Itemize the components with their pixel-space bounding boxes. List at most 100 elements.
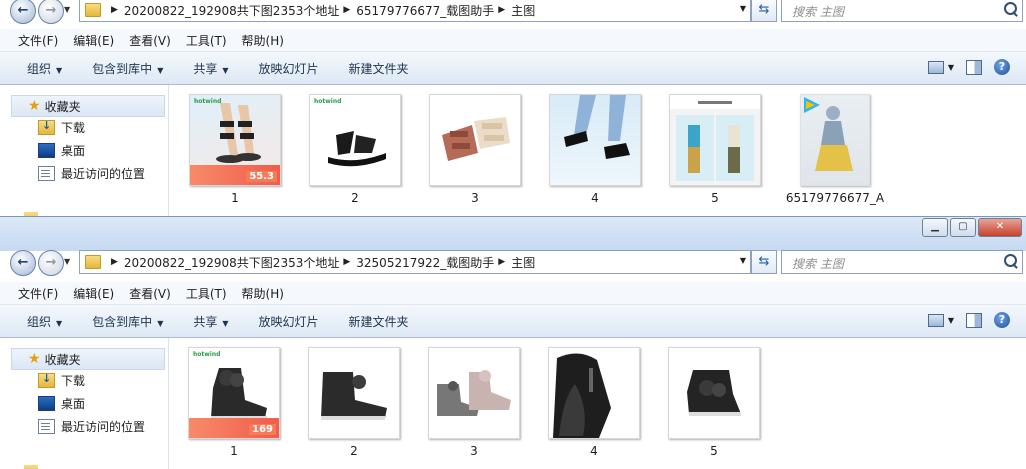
video-play-icon [804,97,820,113]
back-button[interactable]: ← [10,0,36,24]
new-folder-button[interactable]: 新建文件夹 [349,60,409,77]
slideshow-button[interactable]: 放映幻灯片 [259,60,319,77]
recent-pages-dropdown[interactable]: ▼ [64,257,70,266]
breadcrumb-chevron-icon[interactable]: ▶ [498,5,505,15]
file-item[interactable]: 3 [425,94,525,205]
file-list: hotwind 55.3 1 hotwind 2 3 4 5 651797766… [169,85,1026,216]
slideshow-button[interactable]: 放映幻灯片 [259,313,319,330]
change-view-icon[interactable] [927,313,944,327]
image-thumbnail: hotwind [309,94,401,186]
breadcrumb-item[interactable]: 主图 [511,254,535,271]
menu-file[interactable]: 文件(F) [18,32,58,49]
image-thumbnail [429,94,521,186]
price-badge: 55.3 [246,171,277,182]
breadcrumb-chevron-icon[interactable]: ▶ [343,257,350,267]
change-view-icon[interactable] [927,60,944,74]
menu-bar: 文件(F) 编辑(E) 查看(V) 工具(T) 帮助(H) [0,282,1026,305]
menu-tools[interactable]: 工具(T) [186,285,227,302]
breadcrumb-chevron-icon[interactable]: ▶ [111,257,118,267]
file-item[interactable]: 5 [664,347,764,458]
file-item[interactable]: 4 [545,94,645,205]
address-history-dropdown[interactable]: ▼ [740,256,746,265]
forward-button[interactable]: → [38,250,64,276]
view-options-dropdown[interactable]: ▼ [948,63,954,72]
preview-pane-icon[interactable] [966,312,982,328]
search-input[interactable]: 搜索 主图 [781,250,1023,274]
menu-file[interactable]: 文件(F) [18,285,58,302]
forward-button[interactable]: → [38,0,64,24]
organize-button[interactable]: 组织 ▼ [27,60,62,77]
nav-item-recent-places[interactable]: 最近访问的位置 [38,418,145,435]
file-name: 3 [470,444,478,458]
breadcrumb-chevron-icon[interactable]: ▶ [343,5,350,15]
menu-help[interactable]: 帮助(H) [242,285,284,302]
file-name: 5 [711,191,719,205]
view-options-dropdown[interactable]: ▼ [948,316,954,325]
menu-view[interactable]: 查看(V) [129,32,171,49]
address-history-dropdown[interactable]: ▼ [740,4,746,13]
share-button[interactable]: 共享 ▼ [193,60,228,77]
recent-places-icon [38,166,55,181]
search-icon[interactable] [1004,2,1017,15]
menu-help[interactable]: 帮助(H) [242,32,284,49]
dropdown-arrow-icon: ▼ [56,318,63,328]
maximize-button[interactable]: ▢ [950,218,976,237]
file-item[interactable]: 5 [665,94,765,205]
breadcrumb-chevron-icon[interactable]: ▶ [111,5,118,15]
nav-item-downloads[interactable]: 下载 [38,372,85,389]
file-name: 2 [351,191,359,205]
new-folder-button[interactable]: 新建文件夹 [349,313,409,330]
nav-item-desktop[interactable]: 桌面 [38,395,85,412]
dropdown-arrow-icon: ▼ [222,65,229,75]
include-in-library-button[interactable]: 包含到库中 ▼ [92,313,163,330]
file-item[interactable]: hotwind 169 1 [184,347,284,458]
share-button[interactable]: 共享 ▼ [193,313,228,330]
close-button[interactable]: ✕ [978,218,1022,237]
search-input[interactable]: 搜索 主图 [781,0,1023,22]
recent-pages-dropdown[interactable]: ▼ [64,5,70,14]
back-button[interactable]: ← [10,250,36,276]
breadcrumb-item[interactable]: 20200822_192908共下图2353个地址 [124,254,339,271]
minimize-button[interactable]: ▁ [922,218,948,237]
file-item[interactable]: 4 [544,347,644,458]
breadcrumb-chevron-icon[interactable]: ▶ [498,257,505,267]
file-item[interactable]: 3 [424,347,524,458]
folder-icon [85,3,101,17]
search-icon[interactable] [1004,254,1017,267]
file-name: 5 [710,444,718,458]
desktop-icon [38,143,55,158]
image-thumbnail [549,94,641,186]
refresh-button[interactable]: ⇆ [751,250,777,274]
organize-button[interactable]: 组织 ▼ [27,313,62,330]
file-item[interactable]: 65179776677_A [785,94,885,205]
desktop-icon [38,396,55,411]
breadcrumb-item[interactable]: 20200822_192908共下图2353个地址 [124,2,339,19]
command-bar: 组织 ▼ 包含到库中 ▼ 共享 ▼ 放映幻灯片 新建文件夹 ▼ ? [0,52,1026,85]
address-bar[interactable]: ▶ 20200822_192908共下图2353个地址 ▶ 3250521792… [79,250,751,274]
breadcrumb-item[interactable]: 65179776677_载图助手 [356,2,494,19]
nav-item-recent-places[interactable]: 最近访问的位置 [38,165,145,182]
menu-edit[interactable]: 编辑(E) [73,285,114,302]
help-icon[interactable]: ? [994,59,1010,75]
breadcrumb-item[interactable]: 主图 [511,2,535,19]
address-bar[interactable]: ▶ 20200822_192908共下图2353个地址 ▶ 6517977667… [79,0,751,22]
help-icon[interactable]: ? [994,312,1010,328]
favorites-header[interactable]: ★ 收藏夹 [11,348,165,370]
nav-item-downloads[interactable]: 下载 [38,119,85,136]
breadcrumb-item[interactable]: 32505217922_载图助手 [356,254,494,271]
library-folder-icon [24,465,38,469]
preview-pane-icon[interactable] [966,59,982,75]
favorites-header[interactable]: ★ 收藏夹 [11,95,165,117]
menu-view[interactable]: 查看(V) [129,285,171,302]
file-item[interactable]: hotwind 2 [305,94,405,205]
menu-tools[interactable]: 工具(T) [186,32,227,49]
nav-item-desktop[interactable]: 桌面 [38,142,85,159]
downloads-folder-icon [38,119,55,135]
refresh-button[interactable]: ⇆ [751,0,777,22]
include-in-library-button[interactable]: 包含到库中 ▼ [92,60,163,77]
address-row: ← → ▼ ▶ 20200822_192908共下图2353个地址 ▶ 6517… [0,0,1026,24]
menu-edit[interactable]: 编辑(E) [73,32,114,49]
file-item[interactable]: hotwind 55.3 1 [185,94,285,205]
file-item[interactable]: 2 [304,347,404,458]
file-name: 3 [471,191,479,205]
